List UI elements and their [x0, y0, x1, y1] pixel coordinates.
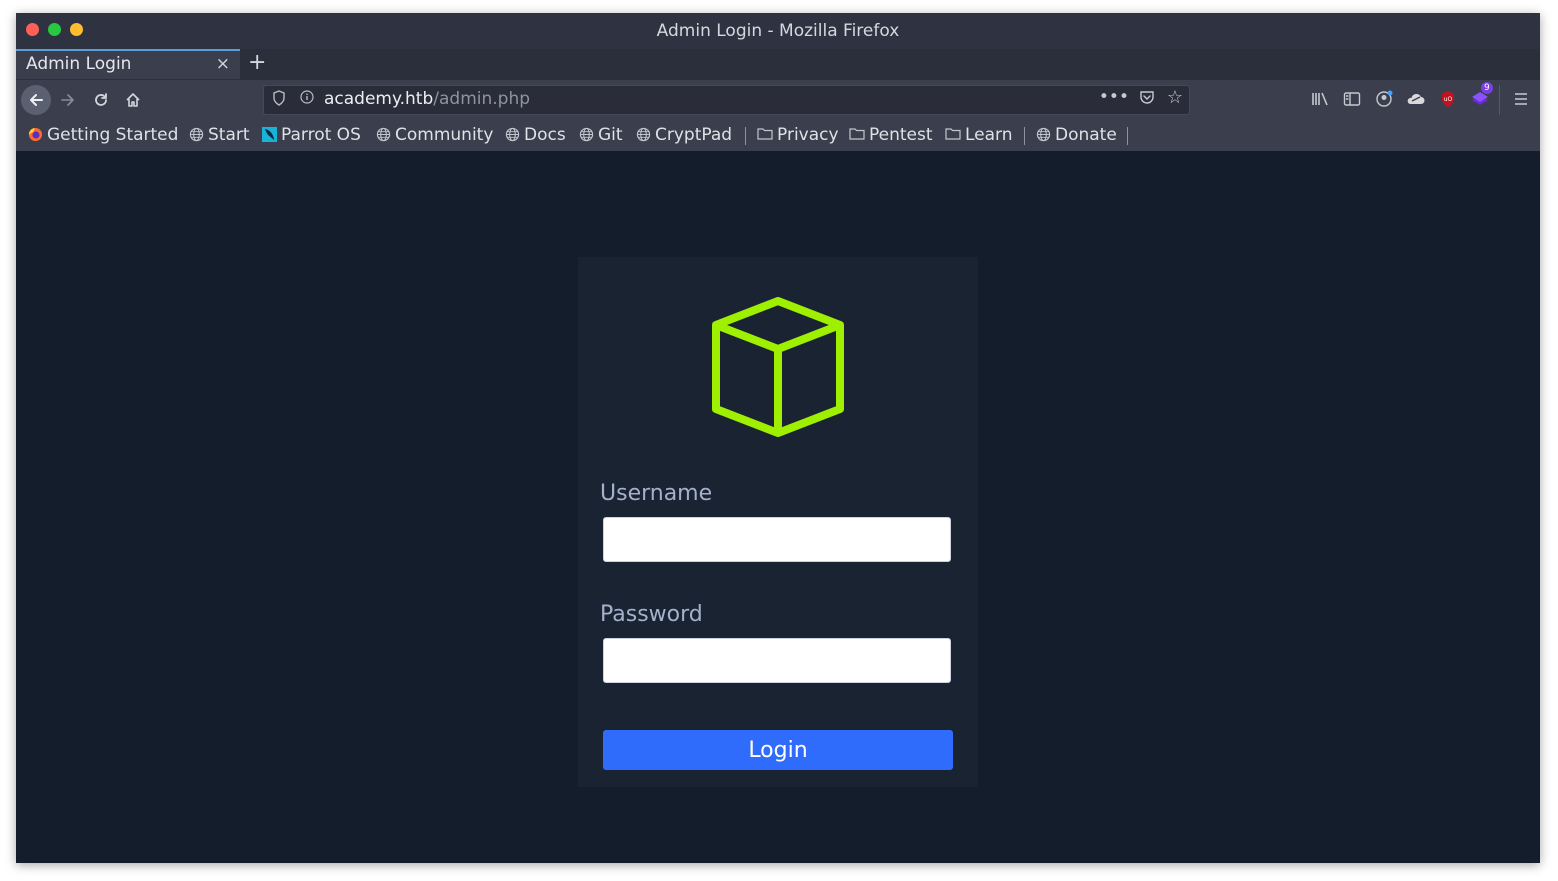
bookmark-parrot-os[interactable]: Parrot OS: [262, 125, 361, 145]
bookmark-label: Parrot OS: [281, 125, 361, 145]
bookmark-label: Docs: [524, 125, 566, 145]
password-input[interactable]: [603, 638, 951, 683]
username-input[interactable]: [603, 517, 951, 562]
folder-icon: [849, 125, 865, 145]
account-icon[interactable]: [1373, 88, 1395, 110]
url-host: academy.htb: [324, 89, 434, 109]
globe-icon: [376, 125, 391, 145]
firefox-icon: [28, 125, 43, 145]
home-icon: [126, 93, 140, 107]
tab-admin-login[interactable]: Admin Login ×: [16, 49, 240, 79]
globe-icon: [579, 125, 594, 145]
shield-icon[interactable]: [272, 90, 286, 110]
extension-badge-icon[interactable]: 9: [1469, 82, 1493, 110]
svg-text:uO: uO: [1444, 96, 1453, 103]
arrow-left-icon: [30, 94, 43, 106]
url-text: academy.htb/admin.php: [324, 89, 530, 109]
bookmark-label: Donate: [1055, 125, 1117, 145]
bookmark-label: Community: [395, 125, 494, 145]
login-card: Username Password Login: [578, 257, 978, 787]
page-content: Username Password Login: [16, 151, 1540, 863]
folder-icon: [945, 125, 961, 145]
arrow-right-icon: [61, 94, 74, 106]
globe-icon: [1036, 125, 1051, 145]
extension-badge-count: 9: [1481, 82, 1493, 94]
ublock-origin-icon[interactable]: uO: [1437, 88, 1459, 110]
bookmark-label: Privacy: [777, 125, 839, 145]
globe-icon: [505, 125, 520, 145]
library-icon[interactable]: [1309, 88, 1331, 110]
login-button[interactable]: Login: [603, 730, 953, 770]
bookmark-start[interactable]: Start: [189, 125, 250, 145]
toolbar-divider: [1499, 85, 1500, 115]
info-icon[interactable]: [300, 90, 314, 108]
home-button[interactable]: [121, 88, 145, 112]
bookmark-folder-pentest[interactable]: Pentest: [849, 125, 933, 145]
pocket-icon[interactable]: [1139, 89, 1155, 109]
bookmark-docs[interactable]: Docs: [505, 125, 566, 145]
bookmark-label: Start: [208, 125, 250, 145]
window-title: Admin Login - Mozilla Firefox: [656, 21, 900, 41]
reload-button[interactable]: [89, 88, 113, 112]
bookmark-cryptpad[interactable]: CryptPad: [636, 125, 732, 145]
url-bar[interactable]: academy.htb/admin.php ••• ☆: [263, 85, 1190, 115]
page-actions-icon[interactable]: •••: [1099, 87, 1129, 107]
forward-button[interactable]: [56, 88, 80, 112]
extension-cloud-icon[interactable]: [1405, 88, 1427, 110]
bookmark-community[interactable]: Community: [376, 125, 493, 145]
back-button[interactable]: [21, 85, 51, 115]
password-label: Password: [600, 602, 703, 627]
bookmark-label: CryptPad: [655, 125, 733, 145]
parrot-icon: [262, 125, 277, 145]
tab-strip: Admin Login × +: [16, 49, 1540, 79]
bookmark-separator: [745, 127, 746, 145]
globe-icon: [636, 125, 651, 145]
bookmark-label: Getting Started: [47, 125, 179, 145]
bookmark-donate[interactable]: Donate: [1036, 125, 1117, 145]
username-label: Username: [600, 481, 713, 506]
navigation-bar: academy.htb/admin.php ••• ☆ uO 9: [16, 80, 1540, 120]
bookmark-separator: [1127, 127, 1128, 145]
reload-icon: [95, 93, 107, 106]
bookmark-star-icon[interactable]: ☆: [1167, 87, 1183, 108]
bookmark-folder-privacy[interactable]: Privacy: [757, 125, 839, 145]
cube-icon: [712, 297, 844, 437]
tab-close-icon[interactable]: ×: [216, 54, 230, 74]
bookmark-label: Pentest: [869, 125, 933, 145]
new-tab-button[interactable]: +: [248, 49, 266, 77]
menu-icon[interactable]: [1510, 88, 1532, 110]
bookmark-separator: [1024, 127, 1025, 145]
bookmark-label: Git: [598, 125, 623, 145]
bookmark-label: Learn: [965, 125, 1013, 145]
sidebar-icon[interactable]: [1341, 88, 1363, 110]
tab-label: Admin Login: [26, 54, 132, 74]
folder-icon: [757, 125, 773, 145]
globe-icon: [189, 125, 204, 145]
title-bar: Admin Login - Mozilla Firefox: [16, 13, 1540, 49]
bookmark-folder-learn[interactable]: Learn: [945, 125, 1013, 145]
url-path: /admin.php: [433, 89, 531, 109]
bookmark-getting-started[interactable]: Getting Started: [28, 125, 178, 145]
bookmarks-toolbar: Getting Started Start Parrot OS Communit…: [16, 120, 1540, 152]
bookmark-git[interactable]: Git: [579, 125, 623, 145]
browser-window: Admin Login - Mozilla Firefox Admin Logi…: [16, 13, 1540, 863]
